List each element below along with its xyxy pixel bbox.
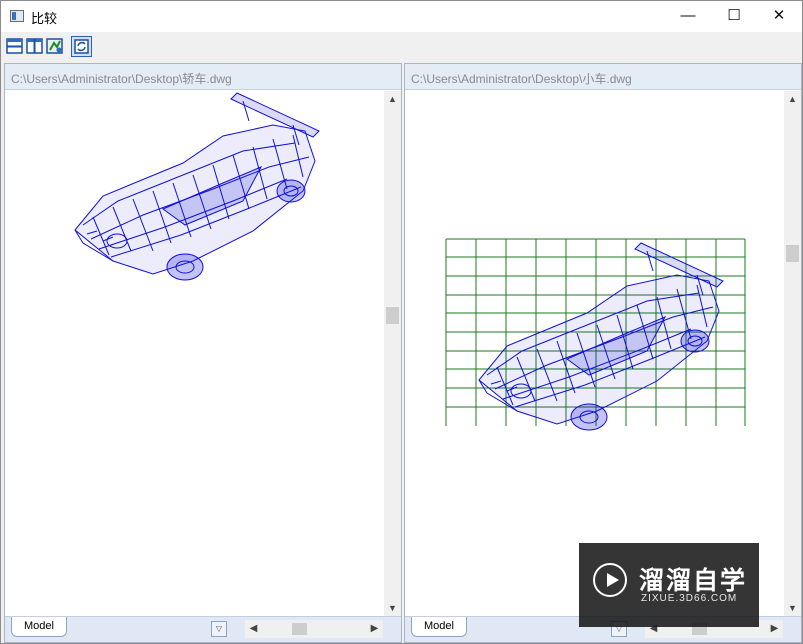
toolbar [1,32,802,60]
title-bar[interactable]: 比较 — ☐ ✕ [1,1,802,32]
watermark-subtext: ZIXUE.3D66.COM [641,593,738,604]
scroll-down-arrow[interactable]: ▼ [784,600,801,617]
scroll-thumb[interactable] [786,245,799,262]
left-layout-bar: Model ▽ ◀ ▶ [5,616,401,642]
refresh-compare-icon[interactable] [46,37,64,55]
close-button[interactable]: ✕ [756,1,802,32]
left-model-tab[interactable]: Model [11,617,67,637]
scroll-left-arrow[interactable]: ◀ [245,620,262,638]
window-title: 比较 [31,11,58,26]
scroll-thumb[interactable] [386,307,399,324]
play-logo-icon [593,563,627,597]
split-horizontal-icon[interactable] [6,37,24,55]
scroll-down-arrow[interactable]: ▼ [384,600,401,617]
right-file-path: C:\Users\Administrator\Desktop\小车.dwg [411,72,632,86]
scroll-right-arrow[interactable]: ▶ [766,620,783,638]
compare-window: 比较 — ☐ ✕ C:\Users\Administrator\Desktop\… [0,0,803,644]
scroll-right-arrow[interactable]: ▶ [366,620,383,638]
scroll-up-arrow[interactable]: ▲ [384,91,401,108]
left-file-path: C:\Users\Administrator\Desktop\轿车.dwg [11,72,232,86]
right-drawing-canvas[interactable] [405,91,783,617]
h-scroll-thumb[interactable] [292,623,307,635]
left-vertical-scrollbar[interactable]: ▲ ▼ [384,91,401,617]
maximize-button[interactable]: ☐ [711,1,757,32]
app-icon [10,10,24,22]
left-drawing-pane: C:\Users\Administrator\Desktop\轿车.dwg ▲ … [4,63,402,643]
minimize-button[interactable]: — [665,1,711,32]
watermark-text: 溜溜自学 [639,567,748,595]
right-car-with-grid [445,238,746,431]
layout-dropdown-icon[interactable]: ▽ [211,621,227,637]
left-car-wireframe [74,92,320,281]
sync-view-icon[interactable] [71,36,92,57]
right-model-tab[interactable]: Model [411,617,467,637]
split-vertical-icon[interactable] [26,37,44,55]
right-vertical-scrollbar[interactable]: ▲ ▼ [784,91,801,617]
right-pane-header: C:\Users\Administrator\Desktop\小车.dwg [405,64,801,90]
left-pane-header: C:\Users\Administrator\Desktop\轿车.dwg [5,64,401,90]
left-drawing-canvas[interactable] [5,91,383,617]
scroll-up-arrow[interactable]: ▲ [784,91,801,108]
watermark-overlay: 溜溜自学 ZIXUE.3D66.COM [579,543,759,627]
left-horizontal-scrollbar[interactable]: ◀ ▶ [245,620,383,638]
